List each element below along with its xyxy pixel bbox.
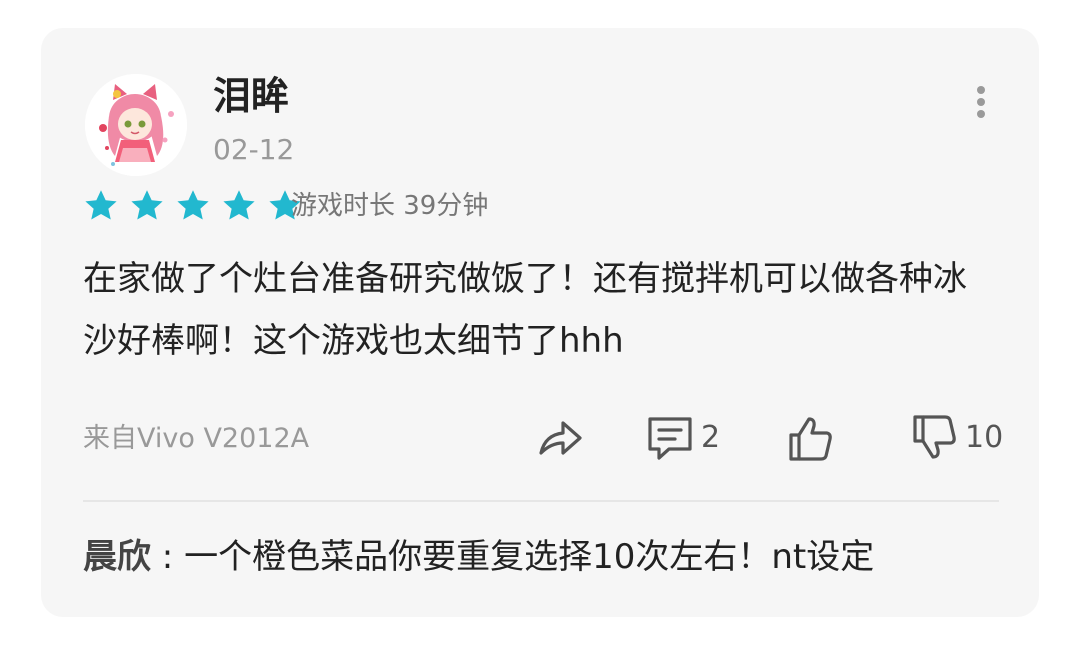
star-rating: [83, 188, 313, 224]
reply-text: 一个橙色菜品你要重复选择10次左右！nt设定: [184, 537, 875, 577]
star-icon: [177, 190, 209, 220]
review-date: 02-12: [213, 133, 295, 166]
thumbs-up-icon: [789, 417, 832, 461]
star-icon: [85, 190, 117, 220]
review-content: 在家做了个灶台准备研究做饭了！还有搅拌机可以做各种冰沙好棒啊！这个游戏也太细节了…: [83, 259, 967, 361]
avatar[interactable]: [85, 74, 187, 176]
reply-separator: :: [151, 537, 185, 577]
playtime-label: 游戏时长 39分钟: [291, 191, 489, 221]
username[interactable]: 泪眸: [213, 72, 289, 120]
share-arrow-icon: [539, 421, 582, 455]
like-button[interactable]: [785, 412, 835, 464]
star-icon: [131, 190, 163, 220]
reply-item[interactable]: 晨欣 : 一个橙色菜品你要重复选择10次左右！nt设定: [83, 530, 874, 584]
star-icon: [223, 190, 255, 220]
comment-count: 2: [701, 420, 721, 455]
review-card: 泪眸 02-12 游戏时长 39分钟 在家做了个灶台准备研究做饭了！还有搅拌机可…: [41, 28, 1039, 617]
dislike-button[interactable]: 10: [909, 412, 1003, 464]
device-label: 来自Vivo V2012A: [83, 423, 310, 454]
thumbs-down-icon: [913, 415, 956, 459]
comment-button[interactable]: 2: [645, 412, 720, 464]
more-vertical-icon[interactable]: [969, 82, 993, 122]
share-button[interactable]: [535, 412, 585, 464]
dislike-count: 10: [965, 420, 1004, 455]
divider: [83, 500, 999, 502]
comment-icon: [648, 417, 692, 460]
reply-author[interactable]: 晨欣: [83, 537, 151, 577]
